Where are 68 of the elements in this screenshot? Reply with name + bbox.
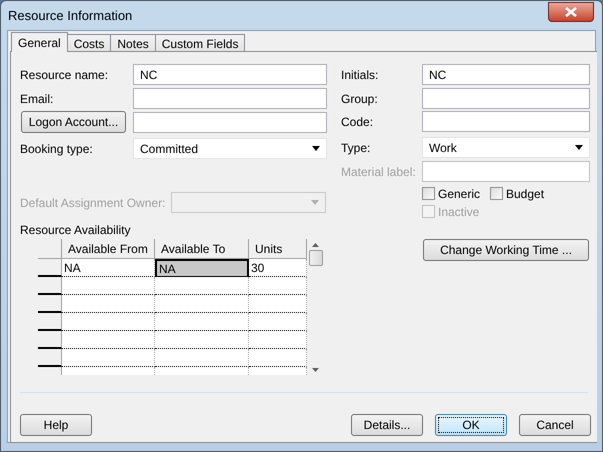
field-label: Booking type: (20, 140, 94, 158)
window-title: Resource Information (8, 6, 132, 25)
table-cell[interactable] (249, 295, 307, 313)
table-cell[interactable] (62, 349, 155, 367)
table-cell[interactable] (62, 277, 155, 295)
column-header[interactable]: Available From (62, 239, 155, 259)
row-header[interactable] (38, 331, 62, 349)
table-cell[interactable] (62, 313, 155, 331)
table-cell[interactable] (155, 331, 249, 349)
input-field[interactable] (422, 111, 590, 132)
logon-account-button[interactable]: Logon Account... (21, 111, 126, 133)
scroll-down-icon[interactable] (312, 368, 319, 372)
cancel-button[interactable]: Cancel (519, 414, 591, 436)
field-label: Code: (341, 114, 374, 130)
tab[interactable]: General (11, 32, 68, 52)
scroll-thumb[interactable] (308, 250, 322, 266)
dropdown[interactable]: Committed (133, 138, 327, 159)
change-working-time-button[interactable]: Change Working Time ... (423, 239, 589, 261)
details-button[interactable]: Details... (351, 414, 423, 436)
ok-button[interactable]: OK (435, 414, 507, 436)
close-button[interactable] (548, 2, 594, 22)
dropdown-arrow-icon (312, 146, 320, 151)
table-cell[interactable] (249, 277, 307, 295)
section-label: Resource Availability (20, 223, 132, 238)
tab[interactable]: Notes (110, 34, 156, 51)
table-cell[interactable]: NA (155, 259, 249, 277)
checkbox-box[interactable] (490, 187, 503, 200)
dropdown-arrow-icon (575, 145, 583, 150)
column-header[interactable]: Available To (155, 239, 249, 259)
table-cell[interactable] (249, 331, 307, 349)
column-header[interactable]: Units (249, 239, 307, 259)
row-header[interactable] (38, 295, 62, 313)
row-header[interactable] (38, 349, 62, 367)
checkbox-box[interactable] (422, 187, 435, 200)
row-header[interactable] (38, 277, 62, 295)
table-cell[interactable] (155, 295, 249, 313)
dropdown-arrow-icon (311, 200, 319, 205)
input-field[interactable]: NC (133, 64, 327, 85)
table-cell[interactable]: 30 (249, 259, 307, 277)
row-header[interactable] (38, 313, 62, 331)
field-label: Material label: (341, 164, 417, 180)
field-label: Default Assignment Owner: (20, 194, 166, 212)
table-cell[interactable]: NA (62, 259, 155, 277)
field-label: Initials: (341, 66, 380, 84)
field-label: Group: (341, 90, 379, 108)
tab[interactable]: Custom Fields (154, 34, 246, 51)
field-label: Type: (341, 140, 372, 156)
input-field[interactable]: NC (422, 64, 590, 85)
close-icon (565, 7, 577, 17)
scroll-up-icon[interactable] (312, 243, 319, 247)
table-cell[interactable] (155, 349, 249, 367)
table-cell[interactable] (62, 331, 155, 349)
checkbox[interactable]: Generic (422, 185, 490, 202)
table-cell[interactable] (155, 313, 249, 331)
input-field[interactable] (422, 88, 590, 109)
row-header[interactable] (38, 259, 62, 277)
table-cell[interactable] (249, 313, 307, 331)
input-field[interactable] (133, 112, 327, 132)
field-label: Resource name: (20, 66, 110, 84)
field-label: Email: (20, 90, 54, 108)
table-cell[interactable] (249, 349, 307, 367)
table-cell[interactable] (62, 295, 155, 313)
help-button[interactable]: Help (20, 414, 92, 436)
input-field[interactable] (133, 88, 327, 109)
table-cell[interactable] (155, 277, 249, 295)
checkbox[interactable]: Budget (490, 185, 586, 202)
dropdown[interactable]: Work (422, 137, 590, 158)
tab[interactable]: Costs (66, 34, 112, 51)
